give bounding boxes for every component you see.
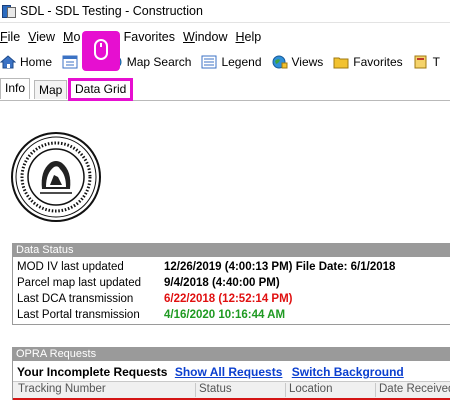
home-button[interactable]: Home (0, 55, 52, 69)
municipal-seal-logo (11, 132, 101, 222)
column-location[interactable]: Location (286, 383, 332, 395)
requests-grid-header: Tracking Number Status Location Date Rec… (13, 381, 450, 400)
incomplete-requests-label: Your Incomplete Requests (17, 365, 168, 379)
calendar-icon (62, 55, 78, 69)
show-all-requests-link[interactable]: Show All Requests (175, 365, 283, 379)
home-icon (0, 55, 17, 69)
status-value-dca: 6/22/2018 (12:52:14 PM) (164, 293, 293, 305)
click-highlight-marker (82, 31, 120, 71)
status-value-portal: 4/16/2020 10:16:44 AM (164, 309, 286, 321)
tab-data-grid[interactable]: Data Grid (68, 78, 134, 101)
menu-view[interactable]: View (28, 30, 55, 44)
data-status-header: Data Status (13, 244, 450, 257)
title-bar: SDL - SDL Testing - Construction (0, 0, 450, 23)
tab-bar: Info Map Data Grid (0, 78, 450, 101)
tab-info[interactable]: Info (0, 78, 31, 99)
tools-icon (413, 55, 429, 69)
t-button[interactable]: T (413, 55, 440, 69)
column-tracking-number[interactable]: Tracking Number (15, 383, 106, 395)
favorites-button[interactable]: Favorites (333, 55, 403, 69)
views-globe-icon (272, 55, 288, 69)
opra-toolbar: Your Incomplete Requests Show All Reques… (17, 365, 404, 379)
menu-help[interactable]: Help (236, 30, 262, 44)
status-label-portal: Last Portal transmission (17, 309, 140, 321)
mouse-icon (94, 39, 108, 60)
menu-file[interactable]: File (0, 30, 20, 44)
favorites-folder-icon (333, 55, 349, 69)
legend-icon (201, 55, 217, 69)
menu-favorites[interactable]: Favorites (124, 30, 175, 44)
status-label-mod-iv: MOD IV last updated (17, 261, 124, 273)
window-title: SDL - SDL Testing - Construction (20, 4, 203, 18)
column-date-received[interactable]: Date Received (376, 383, 450, 395)
views-button[interactable]: Views (272, 55, 323, 69)
legend-button[interactable]: Legend (201, 55, 262, 69)
app-icon (2, 4, 16, 18)
status-label-parcel-map: Parcel map last updated (17, 277, 142, 289)
status-value-parcel-map: 9/4/2018 (4:40:00 PM) (164, 277, 280, 289)
menu-window[interactable]: Window (183, 30, 227, 44)
menu-bar: File View Mo Tools Favorites Window Help (0, 27, 450, 47)
status-value-mod-iv: 12/26/2019 (4:00:13 PM) File Date: 6/1/2… (164, 261, 396, 273)
tab-map[interactable]: Map (34, 80, 68, 99)
status-label-dca: Last DCA transmission (17, 293, 134, 305)
toolbar: Home D Map Search Legend Views Favorites (0, 50, 450, 74)
opra-requests-header: OPRA Requests (13, 348, 450, 361)
menu-mo[interactable]: Mo (63, 30, 80, 44)
switch-background-link[interactable]: Switch Background (292, 365, 404, 379)
column-status[interactable]: Status (196, 383, 232, 395)
